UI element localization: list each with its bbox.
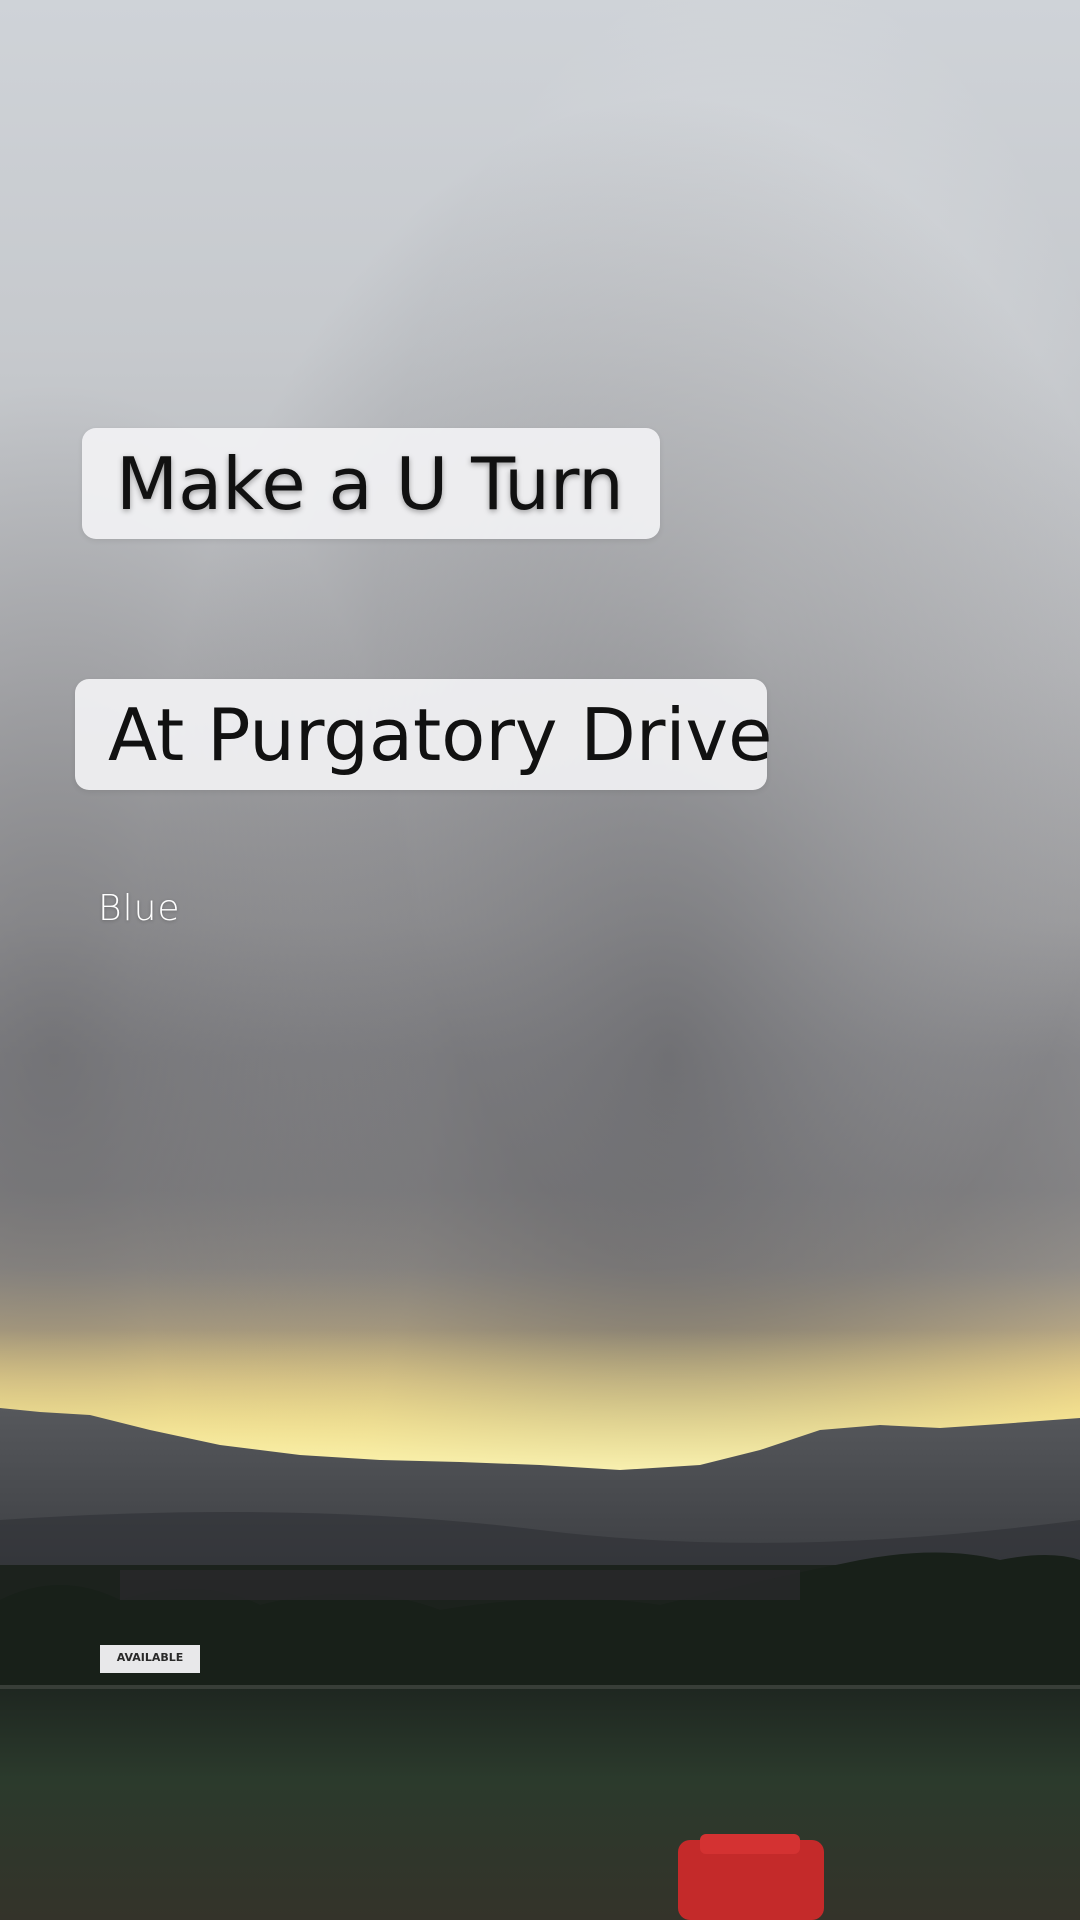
caption-1-text: Make a U Turn (116, 441, 624, 526)
caption-make-a-u-turn: Make a U Turn (82, 428, 660, 539)
caption-purgatory-drive: At Purgatory Drive (75, 679, 772, 790)
video-frame: AVAILABLE Make a U Turn At Purgatory Dri… (0, 0, 1080, 1920)
svg-text:AVAILABLE: AVAILABLE (117, 1651, 184, 1664)
sunset-landscape-photo: AVAILABLE (0, 0, 1080, 1920)
caption-2-text: At Purgatory Drive (108, 692, 773, 777)
overlay-tag-label: Blue (98, 888, 181, 929)
